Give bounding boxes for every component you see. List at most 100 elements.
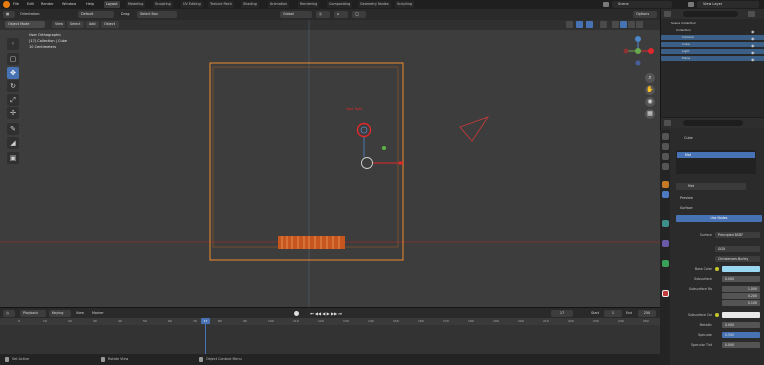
tab-sculpting[interactable]: Sculpting: [153, 1, 173, 8]
view-layer-selector[interactable]: View Layer: [697, 1, 759, 8]
light-icon: [356, 122, 372, 138]
proportional-edit-button[interactable]: ◯: [352, 11, 366, 18]
material-tab-icon[interactable]: [662, 290, 669, 297]
subsurface-radius-y[interactable]: 0.200: [722, 293, 760, 299]
outliner-row-light[interactable]: Light: [661, 49, 764, 54]
camera-view-button[interactable]: ◉: [645, 97, 655, 107]
outliner-row-plane[interactable]: Plane: [661, 56, 764, 61]
drag-dropdown[interactable]: Select Box: [137, 11, 177, 18]
modifier-tab-icon[interactable]: [662, 191, 669, 198]
tab-rendering[interactable]: Rendering: [298, 1, 320, 8]
base-color-label: Base Color: [694, 267, 712, 271]
menu-render[interactable]: Render: [41, 1, 54, 8]
specular-value[interactable]: 0.500: [722, 332, 760, 338]
subsurface-method-dropdown[interactable]: Christensen-Burley: [715, 256, 760, 262]
material-slot-list[interactable]: Mat: [676, 150, 756, 174]
object-origin-gizmo: [361, 157, 373, 169]
metallic-value[interactable]: 0.000: [722, 322, 760, 328]
menu-view-timeline[interactable]: View: [76, 310, 84, 317]
object-tab-icon[interactable]: [662, 181, 669, 188]
outliner-header: [661, 9, 764, 19]
tab-geometry-nodes[interactable]: Geometry Nodes: [358, 1, 391, 8]
scene-tab-icon[interactable]: [662, 163, 669, 170]
start-frame-field[interactable]: 1: [604, 310, 622, 317]
subsurface-value[interactable]: 0.000: [722, 276, 760, 282]
tab-uv-editing[interactable]: UV Editing: [181, 1, 203, 8]
menu-playback[interactable]: Playback: [20, 310, 46, 317]
material-slot-item[interactable]: Mat: [677, 152, 755, 158]
menu-edit[interactable]: Edit: [27, 1, 34, 8]
specular-tint-value[interactable]: 0.000: [722, 342, 760, 348]
outliner-search-field[interactable]: [683, 11, 738, 17]
outliner-row-camera[interactable]: Camera: [661, 35, 764, 40]
material-datablock-field[interactable]: Mat: [676, 183, 746, 190]
timeline-area[interactable]: 0 10 20 30 40 50 60 70 80 90 100 110 120 130 140 150 160…: [0, 318, 660, 354]
playback-controls[interactable]: ⏮ ◀◀ ◀ ▶ ▶▶ ⏭: [310, 310, 342, 317]
render-tab-icon[interactable]: [662, 143, 669, 150]
properties-header: [661, 118, 764, 128]
output-tab-icon[interactable]: [662, 153, 669, 160]
base-color-swatch[interactable]: [722, 266, 760, 272]
outliner-panel: Scene Collection Collection Camera Cube …: [660, 9, 764, 117]
section-surface[interactable]: Surface: [680, 206, 693, 210]
menu-file[interactable]: File: [13, 1, 19, 8]
status-context-menu: Object Context Menu: [206, 357, 242, 361]
menu-help[interactable]: Help: [86, 1, 94, 8]
subsurface-color-socket-icon[interactable]: [715, 313, 719, 317]
blender-logo-icon[interactable]: [3, 1, 10, 8]
section-preview[interactable]: Preview: [680, 196, 693, 200]
outliner-row-collection[interactable]: Collection: [661, 28, 764, 33]
outliner-scene-collection[interactable]: Scene Collection: [661, 21, 764, 26]
orientation-dropdown[interactable]: Default: [78, 11, 114, 18]
timeline-tick-label: 160: [418, 319, 424, 323]
tab-animation[interactable]: Animation: [268, 1, 290, 8]
viewport-header: ▦ Orientation: Default Drag: Select Box …: [0, 9, 660, 20]
menu-keying[interactable]: Keying: [49, 310, 71, 317]
snap-button[interactable]: ⌂: [334, 11, 348, 18]
current-frame-field[interactable]: 17: [551, 310, 573, 317]
perspective-toggle-button[interactable]: ▦: [645, 109, 655, 119]
options-dropdown[interactable]: Options: [633, 11, 657, 18]
orientation-label: Orientation:: [20, 12, 41, 16]
outliner-editor-icon[interactable]: [664, 11, 671, 17]
record-button[interactable]: [294, 311, 299, 316]
subsurface-radius-z[interactable]: 0.100: [722, 300, 760, 306]
visibility-eye-icons[interactable]: ◉ ◉ ◉ ◉ ◉: [751, 28, 761, 62]
editor-type-button[interactable]: ▦: [3, 11, 15, 18]
tool-tab-icon[interactable]: [662, 133, 669, 140]
filter-icon[interactable]: [748, 11, 755, 17]
transform-orientation-dropdown[interactable]: Global: [280, 11, 312, 18]
timeline-tick-label: 200: [518, 319, 524, 323]
zoom-view-button[interactable]: ⌕: [645, 73, 655, 83]
light-label-outliner: Light: [682, 49, 690, 53]
constraints-tab-icon[interactable]: [662, 240, 669, 247]
properties-search-field[interactable]: [683, 120, 743, 126]
menu-marker[interactable]: Marker: [92, 310, 104, 317]
use-nodes-button[interactable]: Use Nodes: [676, 215, 762, 222]
scene-canvas[interactable]: [0, 20, 660, 307]
subsurface-radius-x[interactable]: 1.000: [722, 286, 760, 292]
scene-selector[interactable]: Scene: [612, 1, 672, 8]
tab-shading[interactable]: Shading: [241, 1, 259, 8]
tab-compositing[interactable]: Compositing: [327, 1, 353, 8]
distribution-dropdown[interactable]: GGX: [715, 246, 760, 252]
outliner-row-cube[interactable]: Cube: [661, 42, 764, 47]
properties-editor-icon[interactable]: [664, 120, 671, 126]
pan-view-button[interactable]: ✋: [645, 85, 655, 95]
physics-tab-icon[interactable]: [662, 220, 669, 227]
timeline-tick-label: 100: [268, 319, 274, 323]
menu-window[interactable]: Window: [62, 1, 76, 8]
tab-texture-paint[interactable]: Texture Paint: [208, 1, 234, 8]
pivot-point-button[interactable]: ◎: [316, 11, 330, 18]
3d-viewport[interactable]: Object Mode View Select Add Object User …: [0, 20, 660, 307]
tab-modeling[interactable]: Modeling: [126, 1, 146, 8]
subsurface-color-swatch[interactable]: [722, 312, 760, 318]
timeline-tick-label: 150: [393, 319, 399, 323]
timeline-editor-icon[interactable]: ◷: [3, 310, 15, 317]
end-frame-field[interactable]: 250: [638, 310, 656, 317]
tab-layout[interactable]: Layout: [104, 1, 120, 8]
data-tab-icon[interactable]: [662, 260, 669, 267]
surface-shader-dropdown[interactable]: Principled BSDF: [715, 232, 760, 238]
tab-scripting[interactable]: Scripting: [395, 1, 415, 8]
base-color-socket-icon[interactable]: [715, 267, 719, 271]
